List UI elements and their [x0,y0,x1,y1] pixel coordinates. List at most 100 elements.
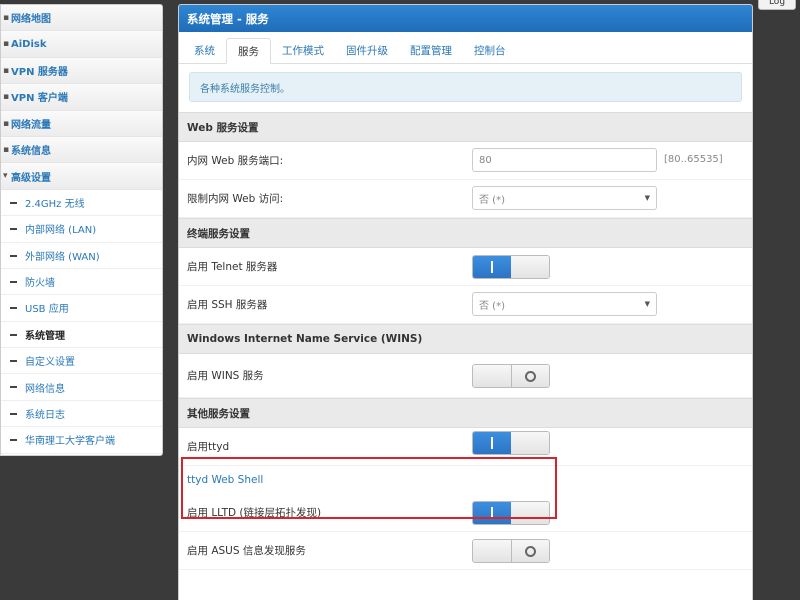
dash-icon [10,228,17,231]
toggle-on-icon [491,261,493,273]
toggle-off-half [511,502,549,524]
dash-icon [10,386,17,389]
sidebar-subitem-label: 华南理工大学客户端 [25,436,115,448]
sidebar-subitem-administration[interactable]: 系统管理 [1,321,162,349]
tab-firmware-upgrade[interactable]: 固件升级 [335,37,399,63]
sidebar-item-label: AiDisk [11,38,47,50]
telnet-toggle[interactable] [472,255,550,279]
sidebar-subitem-lan[interactable]: 内部网络 (LAN) [1,216,162,243]
ttyd-web-shell-link[interactable]: ttyd Web Shell [179,466,752,494]
toggle-on-half [473,540,511,562]
web-limit-select[interactable]: 否 (*) ▼ [472,186,657,210]
sidebar-item-label: 网络地图 [11,14,51,26]
sidebar-item-advanced[interactable]: ▾ 高级设置 [1,163,162,190]
toggle-on-half [473,432,511,454]
section-wins: Windows Internet Name Service (WINS) [179,324,752,354]
sidebar-subitem-firewall[interactable]: 防火墙 [1,268,162,296]
dash-icon [10,360,17,363]
caret-down-icon: ▼ [644,194,650,202]
toggle-off-half [510,365,549,387]
sidebar-subitem-wireless[interactable]: 2.4GHz 无线 [1,189,162,217]
row-telnet: 启用 Telnet 服务器 [179,248,752,286]
sidebar-subitem-wan[interactable]: 外部网络 (WAN) [1,242,162,269]
sidebar-menu: ▪ 网络地图 ▪ AiDisk ▪ VPN 服务器 ▪ VPN 客户端 ▪ 网络流量 ▪ 系… [0,4,163,456]
sidebar-item-label: VPN 服务器 [11,66,68,78]
bullet-icon: ▪ [3,65,10,76]
toggle-off-half [511,432,549,454]
web-port-hint: [80..65535] [664,154,723,165]
tab-console[interactable]: 控制台 [463,37,517,63]
row-lltd: 启用 LLTD (链接层拓扑发现) [179,494,752,532]
toggle-off-half [510,540,549,562]
sidebar-item-aidisk[interactable]: ▪ AiDisk [1,31,162,58]
dash-icon [10,333,17,336]
sidebar-subitem-label: 自定义设置 [25,357,75,369]
toggle-on-icon [491,507,493,519]
sidebar-subitem-label: 2.4GHz 无线 [25,198,85,210]
row-web-port: 内网 Web 服务端口: [80..65535] [179,142,752,180]
wins-toggle[interactable] [472,364,550,388]
web-port-input[interactable] [472,148,657,172]
dash-icon [10,201,17,204]
row-wins: 启用 WINS 服务 [179,354,752,398]
tab-config-management[interactable]: 配置管理 [399,37,463,63]
bullet-icon: ▪ [3,118,10,129]
info-banner: 各种系统服务控制。 [189,72,742,102]
bullet-icon: ▪ [3,92,10,103]
sidebar-item-traffic[interactable]: ▪ 网络流量 [1,110,162,137]
main-panel: 系统管理 - 服务 系统 服务 工作模式 固件升级 配置管理 控制台 各种系统服… [178,4,753,600]
sidebar-subitem-syslog[interactable]: 系统日志 [1,400,162,428]
row-ttyd: 启用ttyd [179,428,752,466]
toggle-on-half [473,365,511,387]
ttyd-toggle[interactable] [472,431,550,455]
dash-icon [10,412,17,415]
toggle-off-half [511,256,549,278]
sidebar-item-vpn-server[interactable]: ▪ VPN 服务器 [1,57,162,85]
section-other-services: 其他服务设置 [179,398,752,428]
telnet-label: 启用 Telnet 服务器 [187,261,278,273]
asus-discovery-toggle[interactable] [472,539,550,563]
log-button[interactable]: Log [758,0,796,10]
sidebar-subitem-label: 网络信息 [25,383,65,395]
bullet-icon: ▪ [3,39,10,50]
sidebar-subitem-usb[interactable]: USB 应用 [1,295,162,322]
sidebar-item-label: 系统信息 [11,146,51,158]
sidebar-item-system-info[interactable]: ▪ 系统信息 [1,136,162,164]
dash-icon [10,307,17,310]
section-web-services: Web 服务设置 [179,112,752,142]
tab-services[interactable]: 服务 [226,38,271,64]
toggle-off-icon [524,545,536,557]
row-ssh: 启用 SSH 服务器 否 (*) ▼ [179,286,752,324]
sidebar-item-label: VPN 客户端 [11,93,68,105]
bullet-icon: ▪ [3,144,10,155]
ssh-value: 否 (*) [479,300,505,312]
sidebar-item-network-map[interactable]: ▪ 网络地图 [1,5,162,32]
ssh-label: 启用 SSH 服务器 [187,299,268,311]
toggle-on-half [473,502,511,524]
caret-down-icon: ▼ [644,300,650,308]
toggle-on-icon [491,437,493,449]
ssh-select[interactable]: 否 (*) ▼ [472,292,657,316]
dash-icon [10,254,17,257]
asus-discovery-label: 启用 ASUS 信息发现服务 [187,545,306,557]
web-port-label: 内网 Web 服务端口: [187,155,284,167]
bullet-icon: ▪ [3,13,10,23]
tab-system[interactable]: 系统 [183,37,226,63]
tab-operation-mode[interactable]: 工作模式 [271,37,335,63]
sidebar-subitem-custom[interactable]: 自定义设置 [1,348,162,375]
wins-label: 启用 WINS 服务 [187,370,264,382]
sidebar-subitem-label: 内部网络 (LAN) [25,225,97,237]
sidebar-subitem-scut-client[interactable]: 华南理工大学客户端 [1,427,162,454]
sidebar-subitem-label: 防火墙 [25,278,55,290]
sidebar-subitem-label: 系统管理 [25,330,65,342]
sidebar-item-vpn-client[interactable]: ▪ VPN 客户端 [1,84,162,111]
dash-icon [10,280,17,283]
sidebar-item-label: 网络流量 [11,119,51,131]
lltd-label: 启用 LLTD (链接层拓扑发现) [187,507,322,519]
sidebar-subitem-label: USB 应用 [25,304,69,316]
sidebar-subitem-network-info[interactable]: 网络信息 [1,374,162,401]
ttyd-label: 启用ttyd [187,441,230,453]
web-limit-label: 限制内网 Web 访问: [187,193,284,205]
lltd-toggle[interactable] [472,501,550,525]
web-limit-value: 否 (*) [479,194,505,206]
